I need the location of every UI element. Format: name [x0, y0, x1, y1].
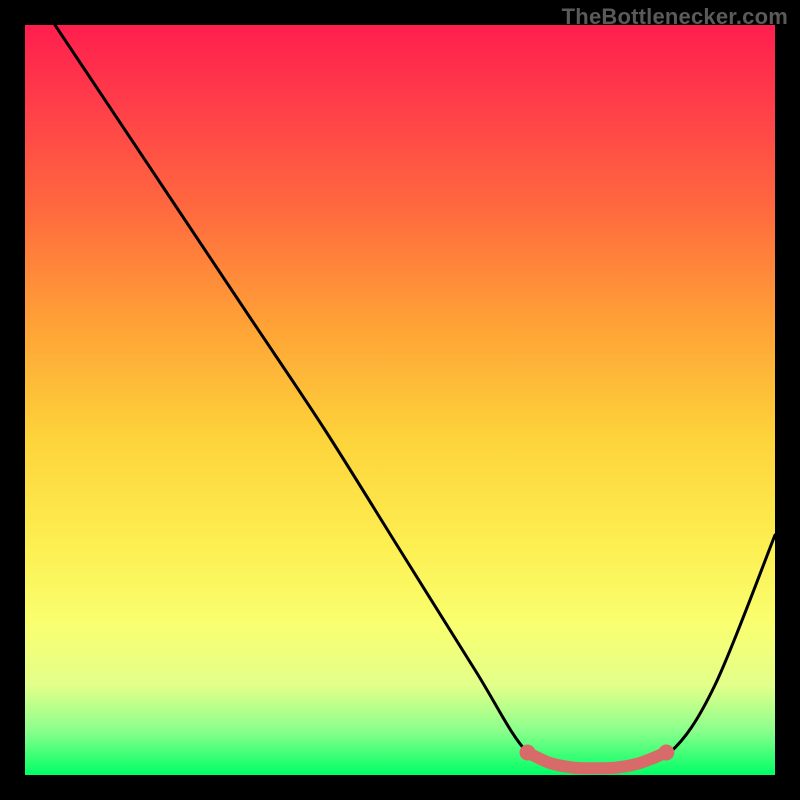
watermark-text: TheBottlenecker.com: [562, 4, 788, 30]
bottleneck-curve-svg: [25, 25, 775, 775]
bottleneck-curve-path: [55, 25, 775, 769]
highlight-end-dot: [658, 745, 674, 761]
chart-frame: [25, 25, 775, 775]
highlight-end-dot: [520, 745, 536, 761]
bottleneck-highlight-path: [528, 753, 667, 769]
